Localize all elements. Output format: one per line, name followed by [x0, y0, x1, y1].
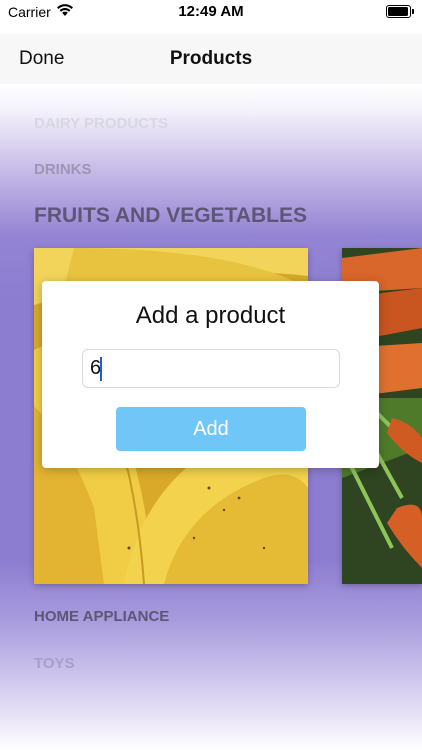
dialog-title: Add a product: [135, 302, 286, 329]
category-drinks[interactable]: DRINKS: [34, 161, 92, 178]
navigation-bar: Done Products: [0, 34, 422, 84]
status-bar: Carrier 12:49 AM: [0, 0, 422, 24]
text-cursor: [100, 357, 102, 381]
page-title: Products: [169, 48, 253, 69]
category-toys[interactable]: TOYS: [34, 655, 75, 672]
category-dairy-products[interactable]: DAIRY PRODUCTS: [34, 115, 168, 132]
category-home-appliance[interactable]: HOME APPLIANCE: [34, 608, 169, 625]
clock: 12:49 AM: [178, 3, 244, 20]
category-fruits-and-vegetables[interactable]: FRUITS AND VEGETABLES: [34, 204, 307, 228]
add-button[interactable]: Add: [116, 407, 306, 451]
product-input[interactable]: [82, 349, 340, 388]
battery-icon: [386, 5, 414, 18]
add-product-dialog: Add a product Add: [42, 281, 379, 468]
